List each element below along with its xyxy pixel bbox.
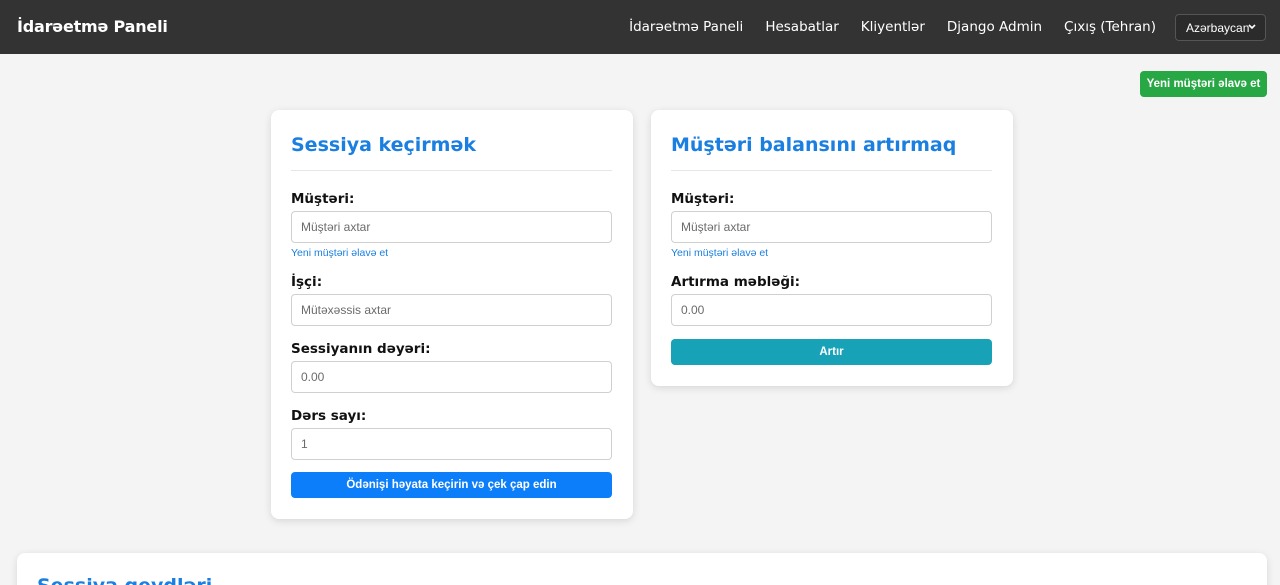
worker-placeholder: Mütəxəssis axtar [301,303,392,317]
balance-client-placeholder: Müştəri axtar [681,220,751,234]
session-add-client-link[interactable]: Yeni müştəri əlavə et [291,247,388,259]
session-client-placeholder: Müştəri axtar [301,220,371,234]
increase-balance-button[interactable]: Artır [671,339,992,365]
lessons-count-value: 1 [301,437,308,451]
divider [291,170,612,171]
nav-links: İdarəetmə Paneli Hesabatlar Kliyentlər D… [607,0,1156,54]
nav-link-dashboard[interactable]: İdarəetmə Paneli [629,19,743,35]
language-select-value: Azərbaycan [1186,20,1250,35]
worker-search-input[interactable]: Mütəxəssis axtar [291,294,612,326]
balance-client-search-input[interactable]: Müştəri axtar [671,211,992,243]
chevron-down-icon [1248,24,1256,30]
amount-value: 0.00 [681,303,705,317]
session-card-title: Sessiya keçirmək [291,134,476,156]
divider [671,170,992,171]
session-records-title: Sessiya qeydləri [37,575,212,585]
session-client-label: Müştəri: [291,191,355,207]
session-card: Sessiya keçirmək Müştəri: Müştəri axtar … [271,110,633,519]
nav-link-reports[interactable]: Hesabatlar [765,19,838,35]
balance-card: Müştəri balansını artırmaq Müştəri: Müşt… [651,110,1013,386]
lessons-count-label: Dərs sayı: [291,408,367,424]
amount-input[interactable]: 0.00 [671,294,992,326]
top-navbar: İdarəetmə Paneli İdarəetmə Paneli Hesaba… [0,0,1280,54]
session-client-search-input[interactable]: Müştəri axtar [291,211,612,243]
pay-and-print-button[interactable]: Ödənişi həyata keçirin və çek çap edin [291,472,612,498]
brand-title[interactable]: İdarəetmə Paneli [17,17,168,36]
session-cost-input[interactable]: 0.00 [291,361,612,393]
session-cost-label: Sessiyanın dəyəri: [291,341,431,357]
session-records-card: Sessiya qeydləri [17,553,1267,585]
add-client-button[interactable]: Yeni müştəri əlavə et [1140,71,1267,97]
balance-add-client-link[interactable]: Yeni müştəri əlavə et [671,247,768,259]
worker-label: İşçi: [291,274,323,290]
lessons-count-input[interactable]: 1 [291,428,612,460]
nav-link-logout[interactable]: Çıxış (Tehran) [1064,19,1156,35]
session-cost-value: 0.00 [301,370,325,384]
amount-label: Artırma məbləği: [671,274,801,290]
nav-link-django-admin[interactable]: Django Admin [947,19,1042,35]
language-select[interactable]: Azərbaycan [1175,14,1266,41]
balance-card-title: Müştəri balansını artırmaq [671,134,957,156]
balance-client-label: Müştəri: [671,191,735,207]
nav-link-clients[interactable]: Kliyentlər [861,19,925,35]
